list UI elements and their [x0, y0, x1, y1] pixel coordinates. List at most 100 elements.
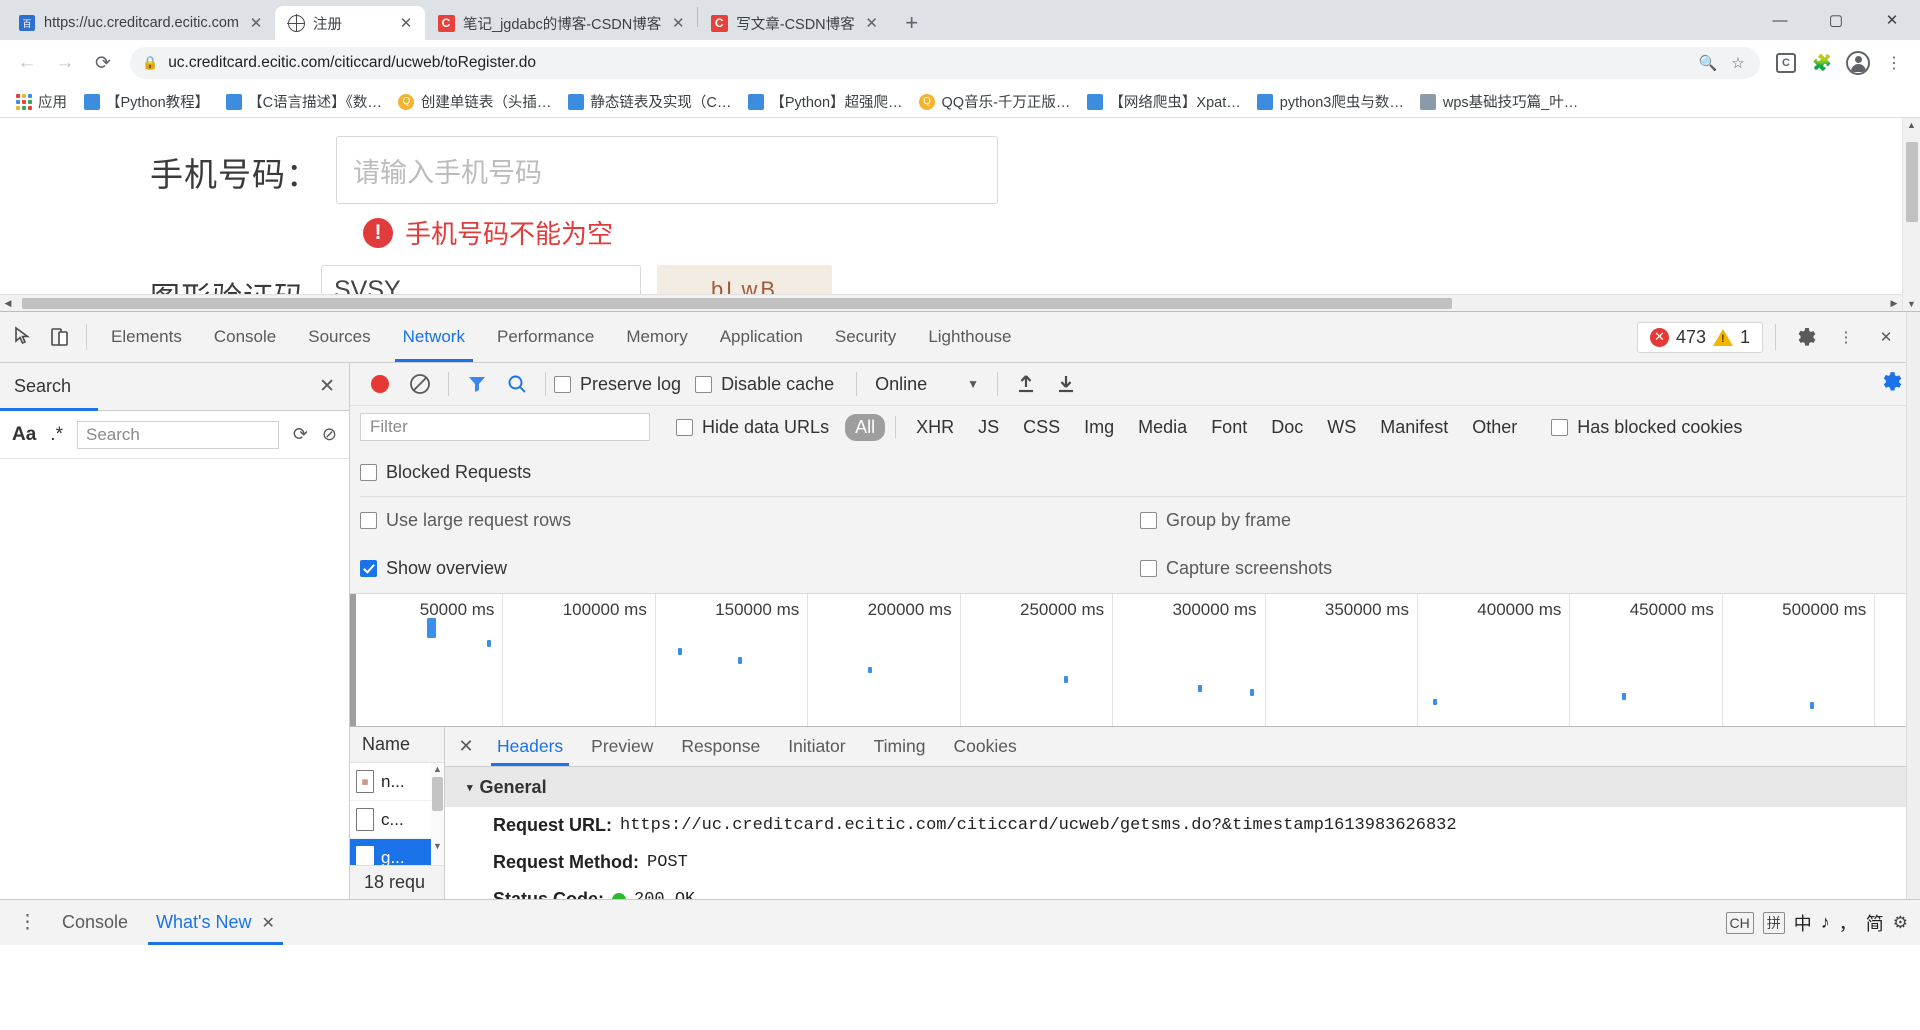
- tab-network[interactable]: Network: [387, 312, 481, 362]
- type-filter-ws[interactable]: WS: [1317, 414, 1366, 441]
- type-filter-all[interactable]: All: [845, 413, 886, 441]
- detail-tab-response[interactable]: Response: [667, 727, 774, 766]
- close-icon[interactable]: ✕: [863, 14, 881, 32]
- tab-console[interactable]: Console: [198, 312, 292, 362]
- ime-settings-gear-icon[interactable]: ⚙: [1893, 913, 1908, 933]
- tab-lighthouse[interactable]: Lighthouse: [912, 312, 1027, 362]
- regex-button[interactable]: .*: [50, 424, 63, 446]
- ime-shape[interactable]: 简: [1866, 910, 1884, 936]
- export-har-icon[interactable]: [1046, 364, 1086, 404]
- tab-application[interactable]: Application: [704, 312, 819, 362]
- blocked-requests-checkbox[interactable]: Blocked Requests: [360, 462, 531, 483]
- forward-button[interactable]: →: [48, 46, 82, 80]
- browser-tab-0[interactable]: 百 https://uc.creditcard.ecitic.com ✕: [6, 6, 276, 40]
- group-by-frame-checkbox[interactable]: Group by frame: [1140, 510, 1291, 531]
- close-window-button[interactable]: ✕: [1864, 0, 1920, 40]
- bookmark-5[interactable]: 【Python】超强爬…: [740, 88, 909, 115]
- request-url-value[interactable]: https://uc.creditcard.ecitic.com/citicca…: [620, 816, 1457, 835]
- detail-tab-preview[interactable]: Preview: [577, 727, 667, 766]
- zoom-icon[interactable]: 🔍: [1698, 54, 1718, 72]
- bookmark-7[interactable]: 【网络爬虫】Xpat…: [1079, 88, 1247, 115]
- disable-cache-checkbox[interactable]: Disable cache: [695, 374, 834, 395]
- type-filter-xhr[interactable]: XHR: [906, 414, 964, 441]
- bookmark-4[interactable]: 静态链表及实现（C…: [560, 88, 738, 115]
- scroll-up-arrow[interactable]: ▲: [431, 764, 444, 774]
- close-icon[interactable]: ✕: [319, 375, 335, 398]
- close-icon[interactable]: ✕: [262, 913, 275, 933]
- browser-tab-2[interactable]: C 笔记_jgdabc的博客-CSDN博客 ✕: [425, 6, 698, 40]
- tab-performance[interactable]: Performance: [481, 312, 610, 362]
- import-har-icon[interactable]: [1006, 364, 1046, 404]
- table-row[interactable]: c...: [350, 801, 444, 840]
- clear-icon[interactable]: [400, 364, 440, 404]
- tab-elements[interactable]: Elements: [95, 312, 198, 362]
- capture-screenshots-checkbox[interactable]: Capture screenshots: [1140, 558, 1332, 579]
- reload-button[interactable]: ⟳: [86, 46, 120, 80]
- detail-tab-initiator[interactable]: Initiator: [774, 727, 859, 766]
- scroll-left-arrow[interactable]: ◀: [0, 298, 16, 309]
- checkbox-box[interactable]: [1140, 560, 1157, 578]
- scroll-thumb[interactable]: [1906, 142, 1918, 222]
- refresh-icon[interactable]: ⟳: [293, 424, 308, 445]
- scroll-thumb[interactable]: [432, 777, 443, 812]
- table-row[interactable]: g...: [350, 839, 444, 865]
- detail-tab-cookies[interactable]: Cookies: [939, 727, 1030, 766]
- tab-memory[interactable]: Memory: [610, 312, 703, 362]
- network-overview-timeline[interactable]: 50000 ms 100000 ms 150000 ms 200000 ms 25000…: [350, 592, 1920, 728]
- checkbox-box[interactable]: [360, 512, 377, 530]
- bookmark-apps[interactable]: 应用: [8, 88, 74, 115]
- preserve-log-checkbox[interactable]: Preserve log: [554, 374, 681, 395]
- page-horizontal-scrollbar[interactable]: ◀ ▶: [0, 294, 1902, 311]
- filter-icon[interactable]: [457, 364, 497, 404]
- avatar[interactable]: [1842, 47, 1874, 79]
- gear-icon[interactable]: [1788, 319, 1824, 355]
- checkbox-box[interactable]: [695, 375, 713, 393]
- tab-sources[interactable]: Sources: [292, 312, 386, 362]
- minimize-button[interactable]: —: [1752, 0, 1808, 40]
- use-large-request-rows-checkbox[interactable]: Use large request rows: [360, 510, 1126, 531]
- record-button[interactable]: [360, 364, 400, 404]
- devtools-right-scroll-strip[interactable]: [1906, 312, 1920, 899]
- chrome-menu-icon[interactable]: ⋮: [1878, 47, 1910, 79]
- ime-pinyin-indicator[interactable]: 拼: [1762, 911, 1785, 934]
- maximize-button[interactable]: ▢: [1808, 0, 1864, 40]
- close-icon[interactable]: ✕: [397, 14, 415, 32]
- address-bar[interactable]: 🔒 uc.creditcard.ecitic.com/citiccard/ucw…: [130, 47, 1760, 79]
- bookmark-8[interactable]: python3爬虫与数…: [1250, 88, 1411, 115]
- browser-tab-3[interactable]: C 写文章-CSDN博客 ✕: [698, 6, 891, 40]
- hscroll-thumb[interactable]: [22, 297, 1452, 309]
- bookmark-star-icon[interactable]: ☆: [1728, 54, 1748, 72]
- ime-language-indicator[interactable]: CH: [1725, 911, 1754, 934]
- bookmark-2[interactable]: 【C语言描述】《数…: [218, 88, 389, 115]
- hide-data-urls-checkbox[interactable]: Hide data URLs: [676, 417, 829, 438]
- table-row[interactable]: ▦ n...: [350, 763, 444, 802]
- phone-input[interactable]: 请输入手机号码: [336, 136, 998, 204]
- type-filter-img[interactable]: Img: [1074, 414, 1124, 441]
- detail-tab-timing[interactable]: Timing: [860, 727, 940, 766]
- type-filter-font[interactable]: Font: [1201, 414, 1257, 441]
- type-filter-other[interactable]: Other: [1462, 414, 1527, 441]
- checkbox-box[interactable]: [676, 418, 693, 436]
- close-icon[interactable]: ✕: [669, 14, 687, 32]
- search-icon[interactable]: [497, 364, 537, 404]
- request-list-scrollbar[interactable]: ▲ ▼: [431, 763, 444, 865]
- type-filter-css[interactable]: CSS: [1013, 414, 1070, 441]
- throttling-select[interactable]: Online ▼: [875, 374, 979, 395]
- scroll-down-arrow[interactable]: ▼: [431, 841, 444, 851]
- show-overview-checkbox[interactable]: Show overview: [360, 558, 1126, 579]
- checkbox-box[interactable]: [360, 463, 377, 481]
- ime-punctuation[interactable]: ，: [1839, 910, 1857, 936]
- browser-tab-1[interactable]: 注册 ✕: [275, 6, 426, 40]
- close-detail-icon[interactable]: ✕: [449, 736, 483, 757]
- issues-badge[interactable]: ✕ 473 1: [1636, 321, 1763, 353]
- bookmark-6[interactable]: Q QQ音乐-千万正版…: [912, 88, 1078, 115]
- inspect-element-icon[interactable]: [6, 319, 42, 355]
- match-case-button[interactable]: Aa: [12, 424, 36, 446]
- page-vertical-scrollbar[interactable]: ▲ ▼: [1902, 118, 1920, 311]
- column-header-name[interactable]: Name: [350, 727, 444, 764]
- bookmark-1[interactable]: 【Python教程】: [76, 88, 216, 115]
- bookmark-3[interactable]: Q 创建单链表（头插…: [391, 88, 559, 115]
- puzzle-icon[interactable]: 🧩: [1806, 47, 1838, 79]
- general-section-header[interactable]: ▾ General: [445, 767, 1920, 808]
- has-blocked-cookies-checkbox[interactable]: Has blocked cookies: [1551, 417, 1742, 438]
